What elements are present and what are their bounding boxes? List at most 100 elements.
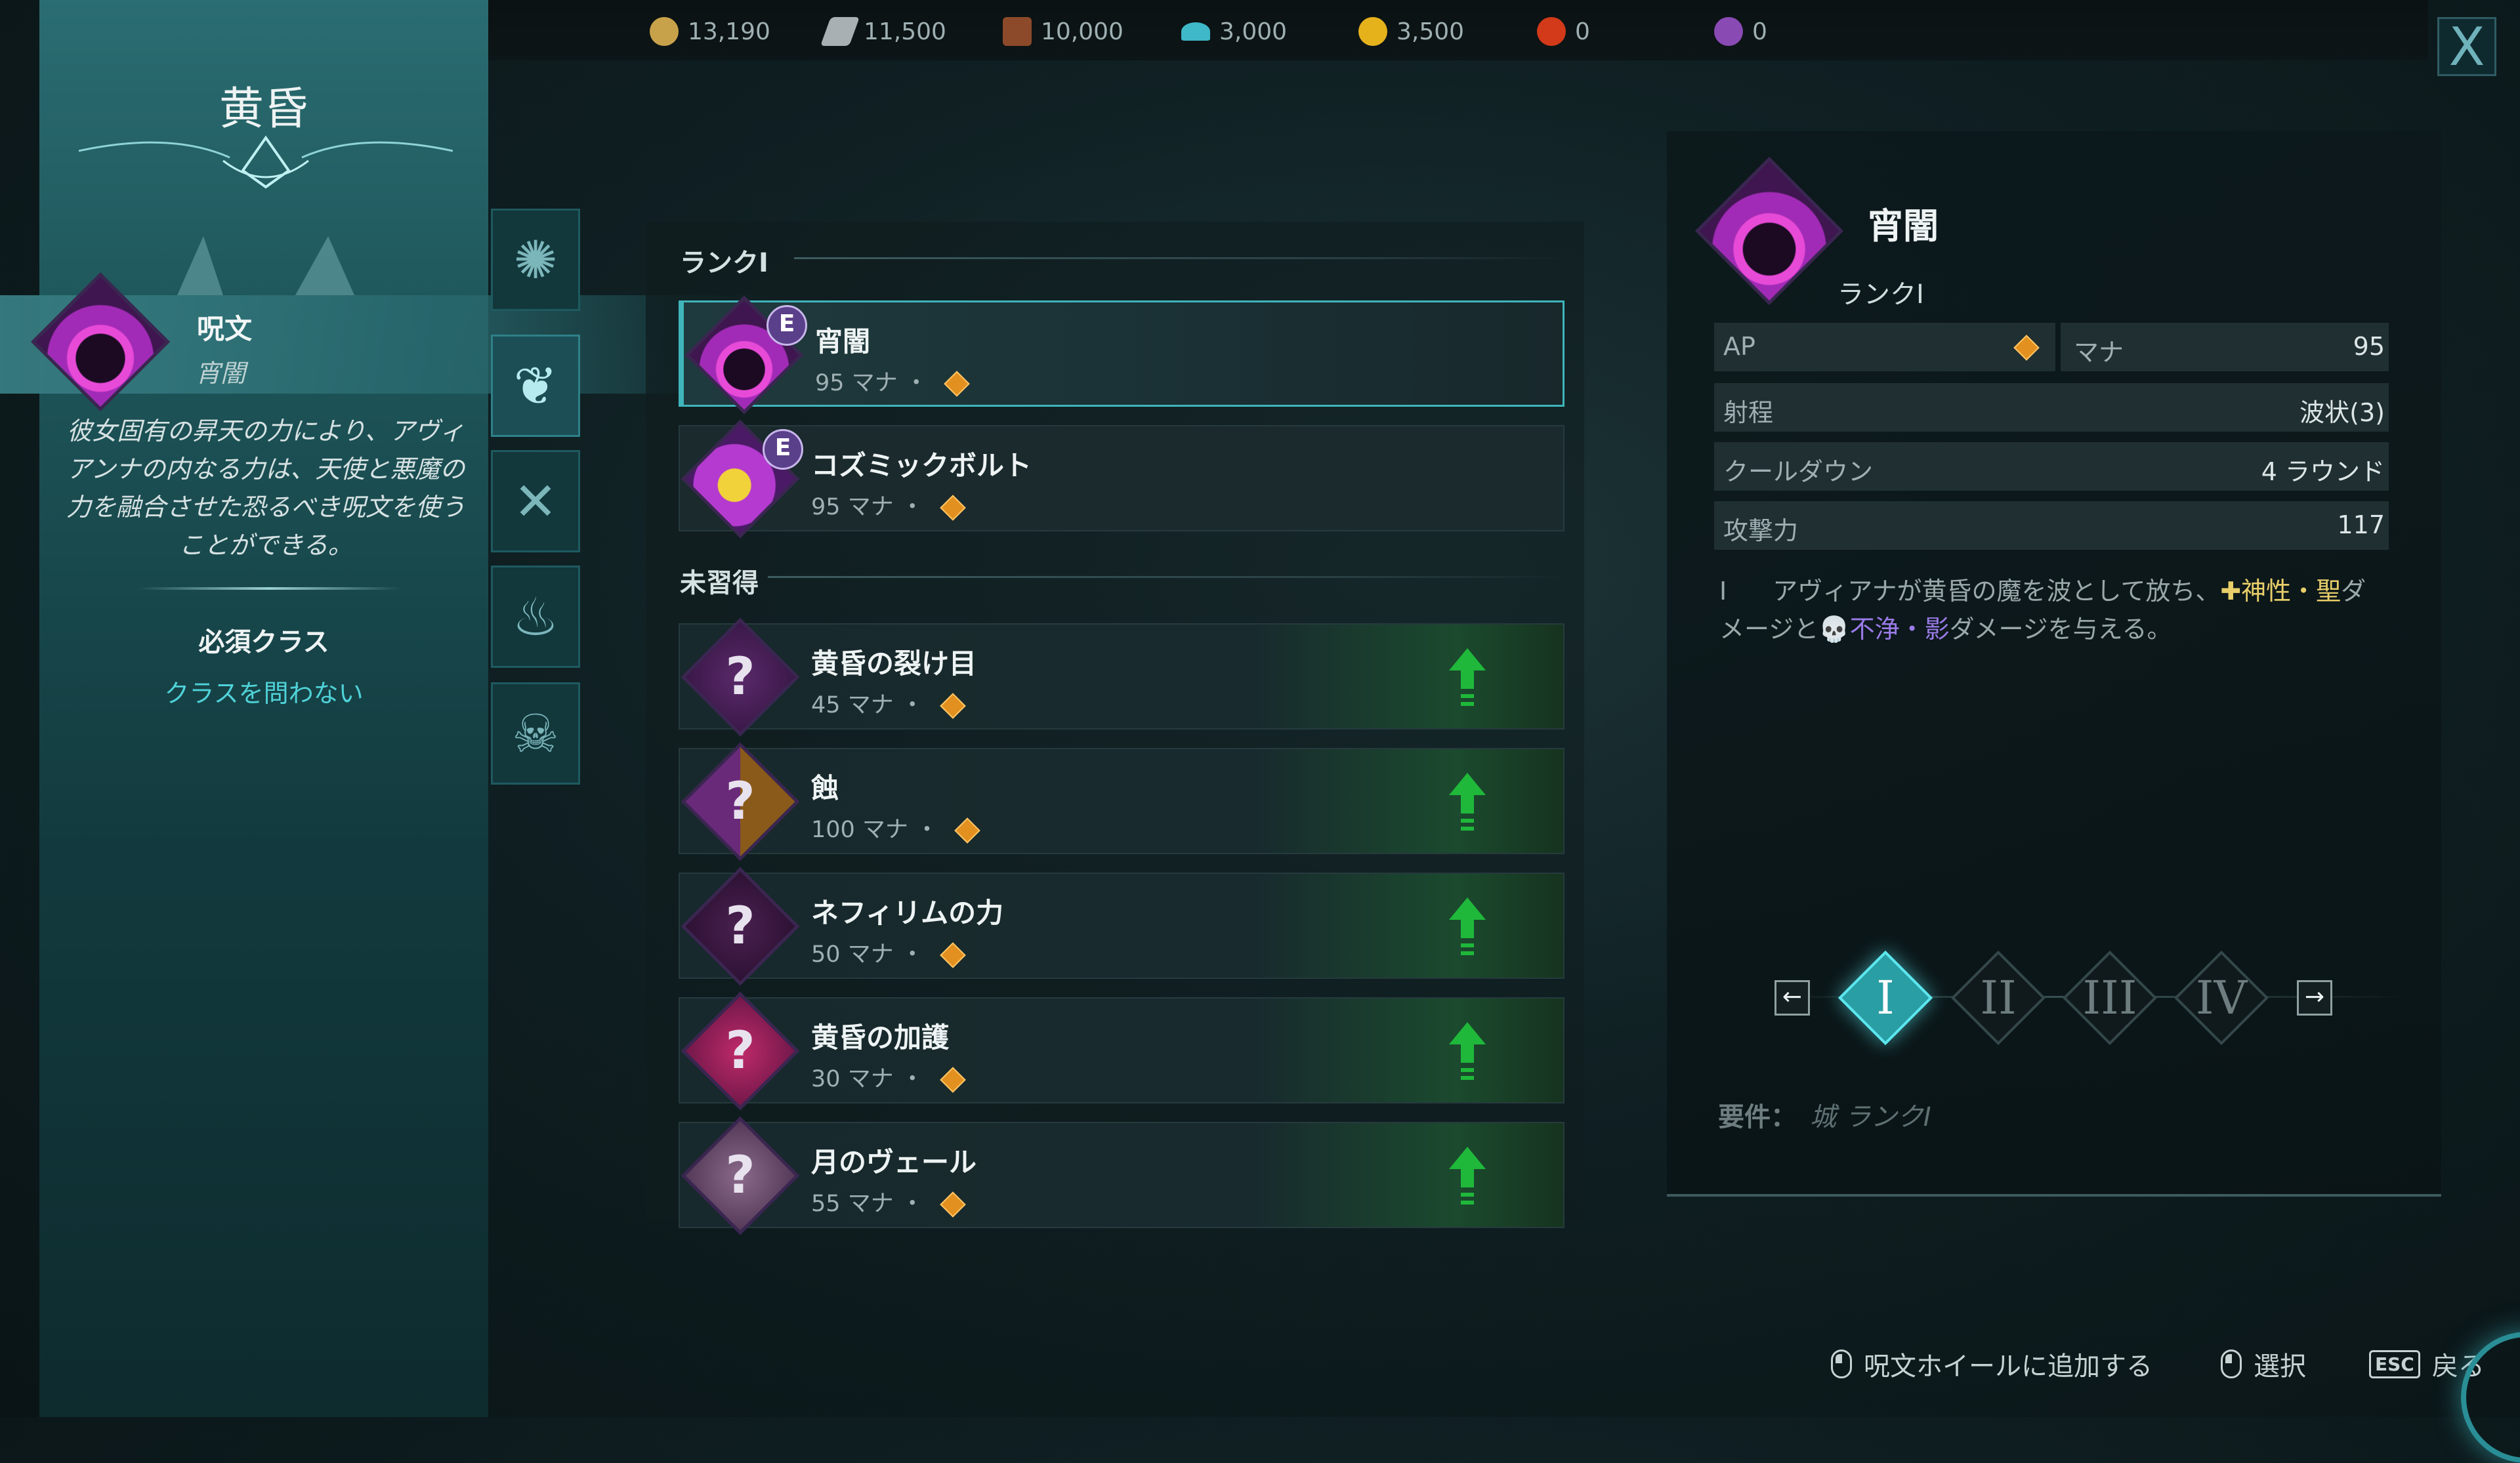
ap-diamond-icon <box>939 495 966 521</box>
locked-spell-icon: ? <box>681 1116 800 1235</box>
ap-diamond-icon <box>943 371 970 397</box>
spell-row-cosmic-bolt[interactable]: E コズミックボルト 95 マナ ・ <box>679 419 1564 539</box>
spell-type-label: 呪文 <box>197 313 253 345</box>
spell-row-moon-veil[interactable]: ? 月のヴェール 55 マナ ・ <box>679 1116 1564 1235</box>
flame-icon: ♨ <box>512 586 559 648</box>
spell-name: 黄昏の加護 <box>811 1021 950 1054</box>
eye-icon: ✺ <box>513 229 558 291</box>
required-class-label: 必須クラス <box>198 627 329 657</box>
ap-diamond-icon <box>939 942 966 968</box>
rank-prev-button[interactable]: ← <box>1774 980 1810 1016</box>
skull-icon: ☠ <box>512 703 559 764</box>
spell-tree-description: 彼女固有の昇天の力により、アヴィアンナの内なる力は、天使と悪魔の力を融合させた恐… <box>66 417 465 560</box>
spell-tree-title: 黄昏 <box>219 83 308 135</box>
upgrade-arrow-icon[interactable] <box>1448 648 1487 707</box>
spell-cost: 50 マナ ・ <box>811 936 966 969</box>
stone-icon <box>820 17 860 46</box>
ap-diamond-icon <box>939 693 966 719</box>
red-mana-icon <box>1537 17 1566 46</box>
spell-row-twilight-rift[interactable]: ? 黄昏の裂け目 45 マナ ・ <box>679 617 1564 737</box>
unholy-damage-tag: 💀不浄・影 <box>1818 615 1950 644</box>
tab-skull[interactable]: ☠ <box>491 682 580 785</box>
stat-mana: マナ 95 <box>2061 323 2389 371</box>
section-divider <box>768 576 1568 578</box>
section-unlearned: 未習得 <box>680 568 759 598</box>
gold-coins-icon <box>650 17 679 46</box>
mouse-left-click-icon <box>2221 1350 2242 1378</box>
resource-red-mana: 0 <box>1537 12 1590 51</box>
purple-mana-icon <box>1714 17 1743 46</box>
locked-spell-icon: ? <box>681 991 800 1111</box>
stat-cooldown: クールダウン 4 ラウンド <box>1714 442 2389 491</box>
spell-name: 黄昏の裂け目 <box>811 648 977 680</box>
spell-row-eclipse[interactable]: ? 蝕 100 マナ ・ <box>679 742 1564 861</box>
ap-diamond-icon <box>954 817 980 844</box>
spell-cost: 30 マナ ・ <box>811 1060 966 1094</box>
requirement: 要件：城 ランクI <box>1718 1102 1931 1132</box>
ap-diamond-icon <box>2013 335 2040 361</box>
upgrade-arrow-icon[interactable] <box>1448 1022 1487 1081</box>
locked-spell-icon: ? <box>681 617 800 737</box>
stat-attack: 攻撃力 117 <box>1714 501 2389 550</box>
resource-purple-mana: 0 <box>1714 12 1767 51</box>
upgrade-arrow-icon[interactable] <box>1448 1147 1487 1206</box>
tab-wings[interactable]: ❦ <box>491 335 580 437</box>
detail-spell-rank: ランクI <box>1838 279 1924 310</box>
ornament-divider <box>79 135 453 189</box>
add-to-wheel-hint[interactable]: 呪文ホイールに追加する <box>1831 1345 2152 1383</box>
tab-swords[interactable]: ✕ <box>491 450 580 552</box>
selected-spell-name: 宵闇 <box>196 359 246 388</box>
crystal-icon <box>1181 22 1210 41</box>
stat-ap: AP <box>1714 323 2055 371</box>
section-rank: ランクI <box>680 248 768 278</box>
ap-diamond-icon <box>939 1067 966 1093</box>
spell-effect-description: I アヴィアナが黄昏の魔を波として放ち、✚神性・聖ダメージと💀不浄・影ダメージを与… <box>1719 577 2366 644</box>
rank-1-label: I <box>1876 971 1895 1025</box>
rank-2-label: II <box>1980 971 2017 1025</box>
locked-spell-icon: ? <box>681 742 800 861</box>
mouse-left-click-icon <box>1831 1350 1852 1378</box>
spell-name: 蝕 <box>811 772 839 804</box>
wood-icon <box>1003 17 1032 46</box>
tab-flame[interactable]: ♨ <box>491 566 580 668</box>
tab-eye[interactable]: ✺ <box>491 209 580 311</box>
spell-name: 月のヴェール <box>811 1146 977 1178</box>
spell-row-yoiyami[interactable]: E 宵闇 95 マナ ・ <box>679 295 1564 415</box>
rank-next-button[interactable]: → <box>2297 980 2332 1016</box>
resource-imperium: 3,500 <box>1358 12 1464 51</box>
section-divider <box>794 257 1568 259</box>
wings-icon: ❦ <box>513 355 558 417</box>
locked-spell-icon: ? <box>681 867 800 986</box>
esc-key-icon: ESC <box>2369 1350 2420 1378</box>
wings-emblem <box>177 236 354 295</box>
spell-cost: 55 マナ ・ <box>811 1185 966 1218</box>
resource-wood: 10,000 <box>1003 12 1124 51</box>
spell-cost: 100 マナ ・ <box>811 811 980 844</box>
spell-row-nephilim-power[interactable]: ? ネフィリムの力 50 マナ ・ <box>679 867 1564 986</box>
required-class-value: クラスを問わない <box>164 679 364 708</box>
rank-4-label: IV <box>2195 971 2248 1025</box>
detail-spell-name: 宵闇 <box>1868 205 1939 247</box>
select-hint[interactable]: 選択 <box>2221 1345 2306 1383</box>
crossed-swords-icon: ✕ <box>513 470 558 532</box>
holy-damage-tag: ✚神性・聖 <box>2220 577 2342 606</box>
resource-stone: 11,500 <box>820 12 946 51</box>
spell-name: コズミックボルト <box>811 449 1032 482</box>
close-button[interactable]: X <box>2437 17 2496 76</box>
spell-cost: 95 マナ ・ <box>811 488 966 522</box>
rank-3-label: III <box>2082 971 2137 1025</box>
ap-diamond-icon <box>939 1191 966 1218</box>
spell-cost: 95 マナ ・ <box>815 364 970 398</box>
resource-gold: 13,190 <box>650 12 770 51</box>
equipped-badge: E <box>763 429 803 470</box>
resource-crystal: 3,000 <box>1181 12 1287 51</box>
upgrade-arrow-icon[interactable] <box>1448 773 1487 832</box>
spell-row-twilight-blessing[interactable]: ? 黄昏の加護 30 マナ ・ <box>679 991 1564 1111</box>
divider <box>138 587 400 590</box>
spell-cost: 45 マナ ・ <box>811 686 966 720</box>
spell-name: ネフィリムの力 <box>811 897 1004 929</box>
spell-name: 宵闇 <box>815 325 871 358</box>
equipped-badge: E <box>766 305 807 346</box>
stat-range: 射程 波状(3) <box>1714 383 2389 432</box>
upgrade-arrow-icon[interactable] <box>1448 897 1487 957</box>
